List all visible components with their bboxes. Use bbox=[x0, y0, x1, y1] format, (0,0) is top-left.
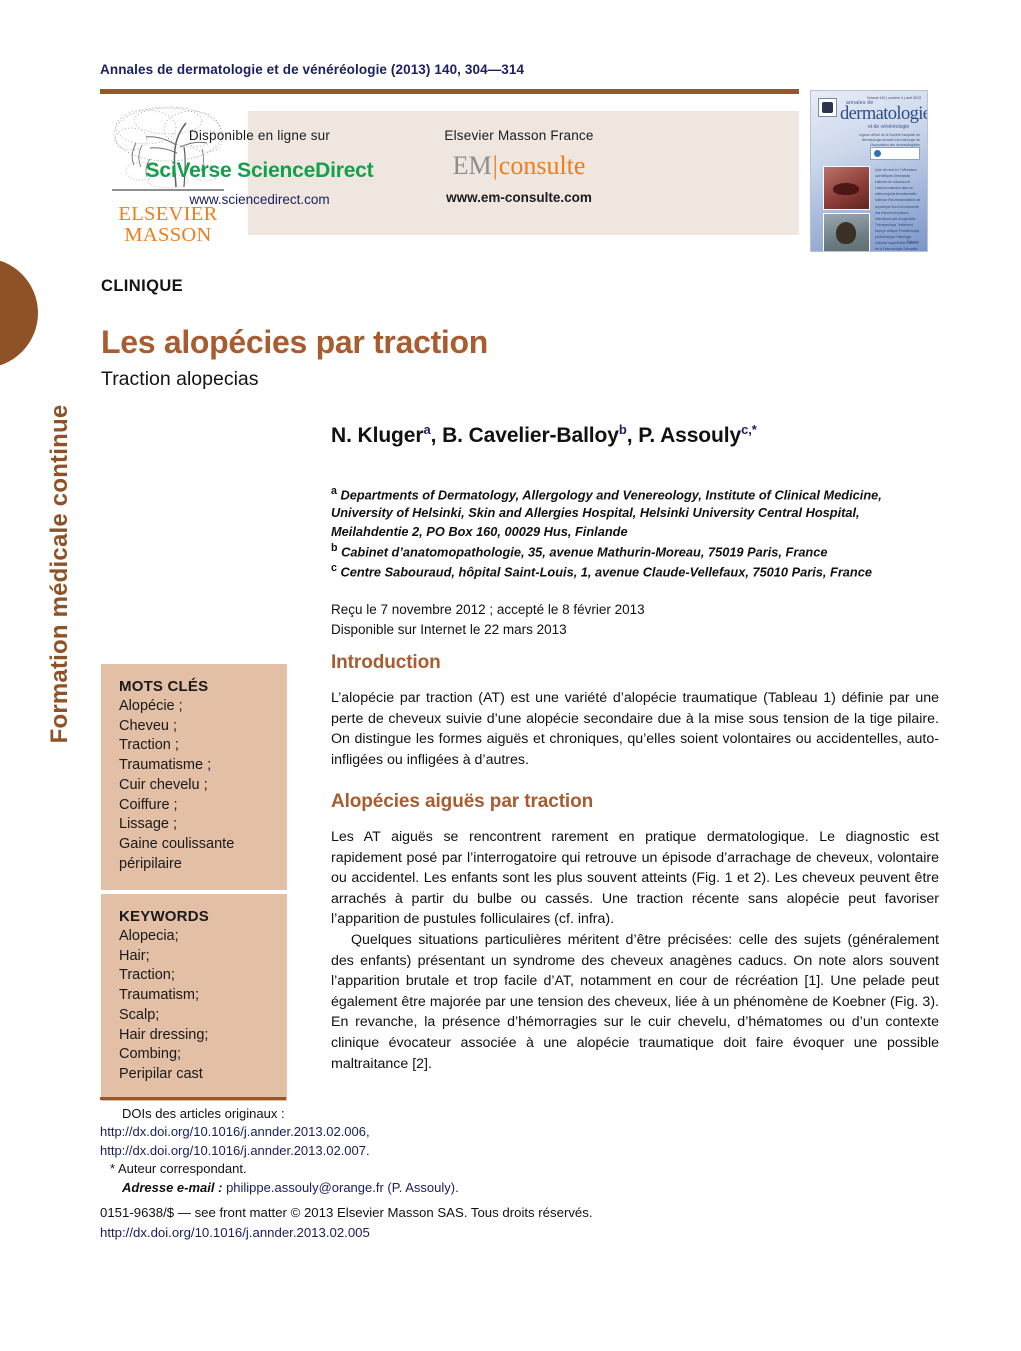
article-doi-link[interactable]: http://dx.doi.org/10.1016/j.annder.2013.… bbox=[100, 1223, 700, 1243]
affiliation-b: b Cabinet d’anatomopathologie, 35, avenu… bbox=[331, 541, 931, 561]
publication-history: Reçu le 7 novembre 2012 ; accepté le 8 f… bbox=[331, 600, 645, 639]
emconsulte-kicker: Elsevier Masson France bbox=[444, 128, 594, 143]
author-name-3: P. Assouly bbox=[638, 424, 742, 447]
affiliation-list: a Departments of Dermatology, Allergolog… bbox=[331, 484, 931, 582]
running-head: Annales de dermatologie et de vénéréolog… bbox=[100, 62, 525, 77]
emconsulte-block: Elsevier Masson France EM|consulte www.e… bbox=[400, 128, 638, 205]
sciencedirect-kicker: Disponible en ligne sur bbox=[188, 128, 331, 143]
footnote-block: DOIs des articles originaux : http://dx.… bbox=[100, 1105, 660, 1197]
page-title: Les alopécies par traction bbox=[101, 324, 489, 361]
doi-link-1[interactable]: http://dx.doi.org/10.1016/j.annder.2013.… bbox=[100, 1123, 660, 1141]
sciencedirect-url[interactable]: www.sciencedirect.com bbox=[122, 192, 397, 207]
cover-photo-mouth bbox=[823, 166, 870, 210]
author-affil-marker-2: b bbox=[618, 422, 627, 437]
affiliation-marker-b: b bbox=[331, 541, 338, 554]
affiliation-c: c Centre Sabouraud, hôpital Saint-Louis,… bbox=[331, 561, 931, 581]
doi-label: DOIs des articles originaux : bbox=[122, 1106, 285, 1121]
affiliation-text-b: Cabinet d’anatomopathologie, 35, avenue … bbox=[341, 544, 828, 559]
cover-masthead-main: dermatologie bbox=[840, 104, 928, 124]
acute-paragraph-2: Quelques situations particulières mérite… bbox=[331, 931, 939, 1072]
email-label: Adresse e-mail : bbox=[122, 1179, 223, 1195]
emconsulte-url[interactable]: www.em-consulte.com bbox=[400, 190, 638, 205]
affiliation-a: a Departments of Dermatology, Allergolog… bbox=[331, 484, 931, 541]
emconsulte-em: EM bbox=[452, 151, 492, 180]
article-rubric: CLINIQUE bbox=[101, 277, 184, 295]
author-affil-marker-1: a bbox=[423, 422, 431, 437]
section-introduction: Introduction L’alopécie par traction (AT… bbox=[331, 652, 939, 770]
article-subtitle: Traction alopecias bbox=[101, 368, 259, 390]
affiliation-marker-c: c bbox=[331, 562, 337, 575]
doi-link-2[interactable]: http://dx.doi.org/10.1016/j.annder.2013.… bbox=[100, 1142, 660, 1160]
received-accepted-line: Reçu le 7 novembre 2012 ; accepté le 8 f… bbox=[331, 602, 645, 617]
introduction-paragraph: L’alopécie par traction (AT) est une var… bbox=[331, 690, 939, 768]
emconsulte-divider: | bbox=[492, 151, 498, 180]
keywords-fr-box: MOTS CLÉS Alopécie ; Cheveu ; Traction ;… bbox=[101, 664, 287, 891]
emconsulte-consulte: consulte bbox=[498, 151, 586, 180]
author-name-2: B. Cavelier-Balloy bbox=[442, 424, 619, 447]
keywords-en-list: Alopecia; Hair; Traction; Traumatism; Sc… bbox=[119, 928, 209, 1083]
section-tab-bulge bbox=[0, 258, 38, 368]
acute-paragraph-1: Les AT aiguës se rencontrent rarement en… bbox=[331, 829, 939, 928]
keywords-fr-list: Alopécie ; Cheveu ; Traction ; Traumatis… bbox=[119, 698, 235, 872]
emconsulte-wordmark: EM|consulte bbox=[400, 153, 638, 179]
cover-photo-patient bbox=[823, 213, 870, 251]
section-vertical-label: Formation médicale continue bbox=[46, 404, 73, 744]
sciencedirect-block: Disponible en ligne sur SciVerse Science… bbox=[122, 128, 397, 207]
corresponding-author-note: * Auteur correspondant. bbox=[110, 1161, 247, 1177]
keywords-fr-heading: MOTS CLÉS bbox=[119, 678, 209, 695]
cover-publisher-mark-icon bbox=[818, 98, 837, 117]
email-note: Adresse e-mail : philippe.assouly@orange… bbox=[100, 1179, 660, 1197]
author-name-1: N. Kluger bbox=[331, 424, 424, 447]
author-list: N. Klugera, B. Cavelier-Balloyb, P. Asso… bbox=[331, 422, 757, 447]
cover-badge-icon bbox=[870, 147, 920, 160]
publisher-banner: ELSEVIER MASSON Disponible en ligne sur … bbox=[100, 98, 799, 248]
email-address[interactable]: philippe.assouly@orange.fr (P. Assouly). bbox=[226, 1180, 459, 1195]
header-rule bbox=[100, 89, 799, 94]
section-acute-traction-alopecia: Alopécies aiguës par traction Les AT aig… bbox=[331, 791, 939, 1074]
elsevier-wordmark: ELSEVIER MASSON bbox=[118, 203, 218, 247]
sciencedirect-wordmark: SciVerse ScienceDirect bbox=[145, 159, 374, 182]
affiliation-text-c: Centre Sabouraud, hôpital Saint-Louis, 1… bbox=[340, 564, 872, 580]
article-page: Annales de dermatologie et de vénéréolog… bbox=[0, 0, 1021, 1351]
elsevier-wordmark-line2: MASSON bbox=[124, 224, 212, 247]
footnote-rule bbox=[100, 1097, 286, 1100]
keywords-en-box: KEYWORDS Alopecia; Hair; Traction; Traum… bbox=[101, 894, 287, 1101]
cover-issue-number: Volume 140 | numéro 4 | avril 2013 bbox=[866, 96, 921, 100]
section-heading-acute: Alopécies aiguës par traction bbox=[331, 791, 594, 812]
cover-footer: Éditorial bbox=[906, 240, 919, 244]
copyright-block: 0151-9638/$ — see front matter © 2013 El… bbox=[100, 1203, 700, 1243]
cover-masthead-sub: et de vénéréologie bbox=[868, 124, 910, 130]
elsevier-wordmark-line1: ELSEVIER bbox=[118, 203, 218, 225]
author-affil-marker-3: c,* bbox=[741, 422, 757, 437]
online-date-line: Disponible sur Internet le 22 mars 2013 bbox=[331, 621, 567, 637]
affiliation-text-a: Departments of Dermatology, Allergology … bbox=[331, 487, 882, 539]
journal-cover-thumbnail: Volume 140 | numéro 4 | avril 2013 annal… bbox=[810, 90, 928, 252]
affiliation-marker-a: a bbox=[331, 485, 337, 497]
keywords-en-heading: KEYWORDS bbox=[119, 908, 209, 925]
copyright-line: 0151-9638/$ — see front matter © 2013 El… bbox=[100, 1205, 593, 1220]
section-heading-introduction: Introduction bbox=[331, 652, 441, 673]
